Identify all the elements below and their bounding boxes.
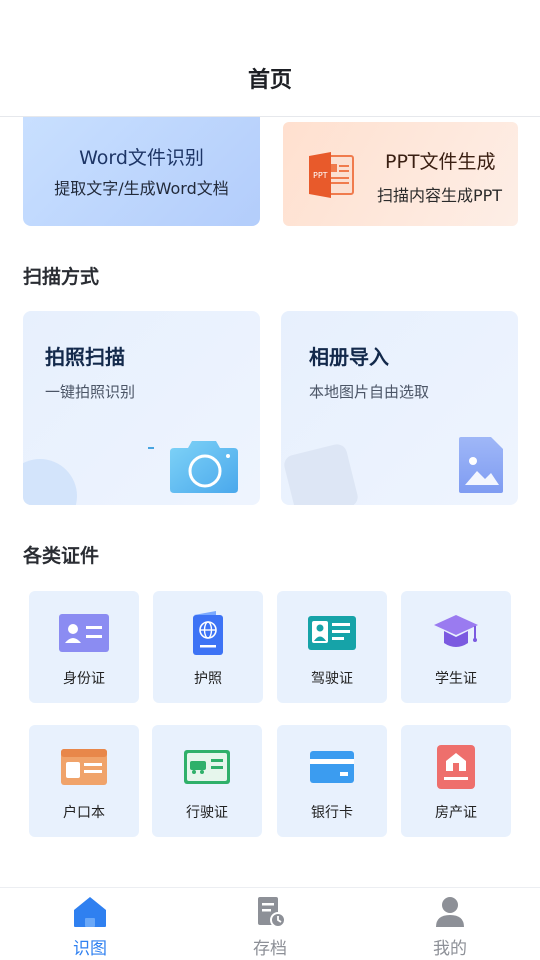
word-card-subtitle: 提取文字/生成Word文档 xyxy=(54,179,229,198)
word-recognition-card[interactable]: Word文件识别 提取文字/生成Word文档 xyxy=(23,117,260,226)
cert-label: 银行卡 xyxy=(311,805,353,821)
camera-icon xyxy=(170,441,238,493)
cert-label: 户口本 xyxy=(63,805,105,821)
cert-student-card[interactable]: 学生证 xyxy=(401,591,511,703)
image-file-icon xyxy=(459,437,503,493)
tab-label: 存档 xyxy=(253,939,287,959)
cert-label: 驾驶证 xyxy=(311,671,353,687)
cert-label: 房产证 xyxy=(435,805,477,821)
cert-household-register[interactable]: 户口本 xyxy=(29,725,139,837)
cert-label: 学生证 xyxy=(435,671,477,687)
svg-text:PPT: PPT xyxy=(313,171,328,180)
cert-vehicle-license[interactable]: 行驶证 xyxy=(152,725,262,837)
cert-bank-card[interactable]: 银行卡 xyxy=(277,725,387,837)
user-icon xyxy=(436,897,464,927)
ppt-file-icon: PPT xyxy=(309,152,354,198)
driver-license-icon xyxy=(308,616,356,650)
ppt-card-title: PPT文件生成 xyxy=(385,151,496,173)
archive-icon xyxy=(258,897,286,928)
cert-label: 身份证 xyxy=(63,671,105,687)
student-card-icon xyxy=(434,615,478,647)
word-card-title: Word文件识别 xyxy=(79,147,204,169)
property-certificate-icon xyxy=(437,745,475,789)
cert-driver-license[interactable]: 驾驶证 xyxy=(277,591,387,703)
tab-recognize[interactable]: 识图 xyxy=(0,888,180,960)
bottom-tab-bar: 识图 存档 我的 xyxy=(0,887,540,960)
cert-passport[interactable]: 护照 xyxy=(153,591,263,703)
bank-card-icon xyxy=(310,751,354,783)
tab-label: 识图 xyxy=(73,939,107,959)
top-bar: 首页 xyxy=(0,0,540,117)
ppt-card-subtitle: 扫描内容生成PPT xyxy=(377,186,503,205)
photo-scan-subtitle: 一键拍照识别 xyxy=(45,383,136,401)
cert-label: 护照 xyxy=(194,671,222,687)
cert-property-certificate[interactable]: 房产证 xyxy=(401,725,511,837)
home-icon xyxy=(74,897,106,927)
main-content[interactable]: Word文件识别 提取文字/生成Word文档 PPT PPT文件生成 扫描内容生… xyxy=(0,117,540,887)
photo-scan-card[interactable]: 拍照扫描 一键拍照识别 xyxy=(23,311,260,505)
household-register-icon xyxy=(61,749,107,785)
tab-label: 我的 xyxy=(433,939,467,959)
page-title: 首页 xyxy=(247,68,292,93)
album-import-subtitle: 本地图片自由选取 xyxy=(309,383,430,401)
passport-icon xyxy=(193,611,223,655)
tab-archive[interactable]: 存档 xyxy=(180,888,360,960)
id-card-icon xyxy=(59,614,109,652)
ppt-generation-card[interactable]: PPT PPT文件生成 扫描内容生成PPT xyxy=(283,122,518,226)
cert-label: 行驶证 xyxy=(186,805,228,821)
cert-id-card[interactable]: 身份证 xyxy=(29,591,139,703)
album-import-title: 相册导入 xyxy=(309,345,389,369)
tab-mine[interactable]: 我的 xyxy=(360,888,540,960)
album-import-card[interactable]: 相册导入 本地图片自由选取 xyxy=(281,311,518,505)
photo-scan-title: 拍照扫描 xyxy=(45,345,125,369)
vehicle-license-icon xyxy=(184,750,230,784)
certs-section-title: 各类证件 xyxy=(23,545,100,567)
scan-section-title: 扫描方式 xyxy=(23,266,100,288)
